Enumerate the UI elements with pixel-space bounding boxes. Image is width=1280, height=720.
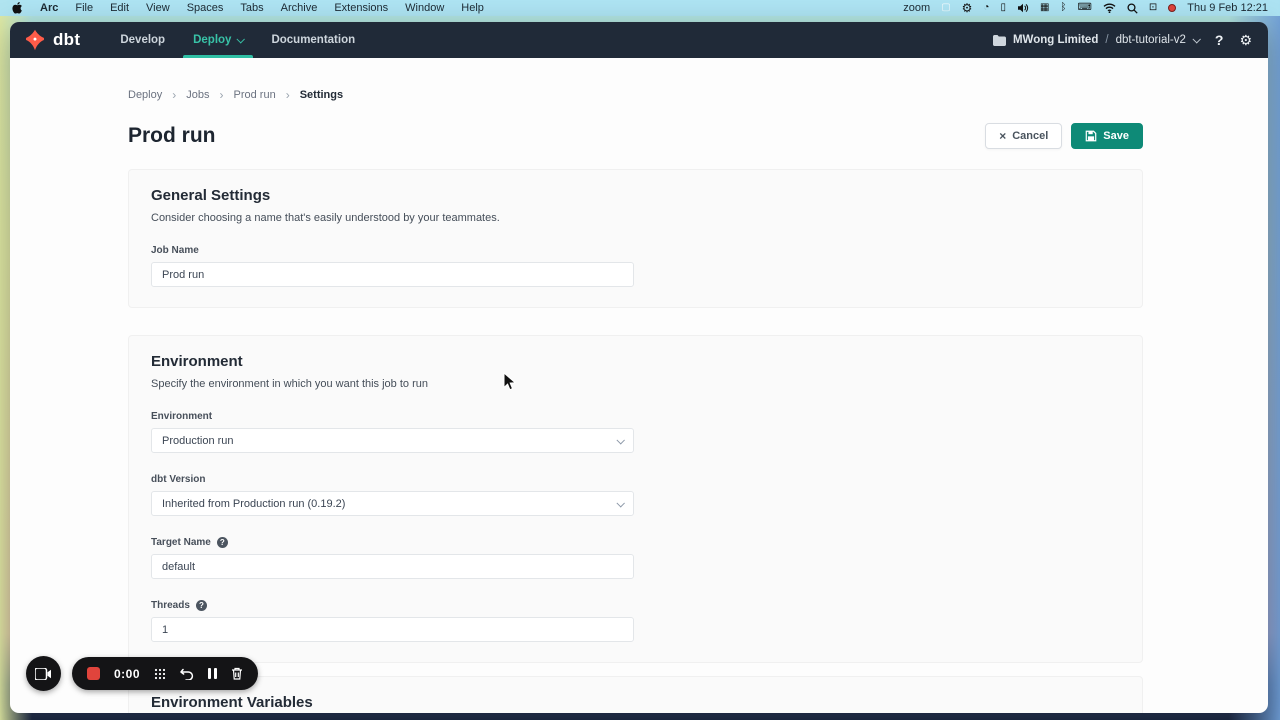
job-name-label: Job Name xyxy=(151,245,634,256)
chevron-down-icon xyxy=(1192,35,1200,43)
search-icon[interactable] xyxy=(1127,3,1138,14)
macos-menubar: Arc File Edit View Spaces Tabs Archive E… xyxy=(0,0,1280,16)
target-name-label: Target Name xyxy=(151,537,211,548)
video-camera-icon xyxy=(35,668,52,680)
pause-recording-button[interactable] xyxy=(208,668,217,679)
project-name: dbt-tutorial-v2 xyxy=(1116,34,1186,46)
camera-button[interactable] xyxy=(26,656,61,691)
breadcrumb-separator: › xyxy=(286,88,290,102)
keyboard-icon[interactable]: ⌨ xyxy=(1077,3,1091,13)
dbt-navbar: dbt Develop Deploy Documentation MWong L… xyxy=(10,22,1268,58)
save-button[interactable]: Save xyxy=(1071,123,1143,149)
display-icon[interactable]: ▦ xyxy=(1040,3,1049,13)
battery-icon[interactable]: ▯ xyxy=(1000,3,1006,13)
cancel-label: Cancel xyxy=(1012,130,1048,142)
nav-deploy[interactable]: Deploy xyxy=(179,22,257,58)
zoom-menu-label[interactable]: zoom xyxy=(903,2,930,14)
menu-extensions[interactable]: Extensions xyxy=(334,2,388,14)
browser-window: dbt Develop Deploy Documentation MWong L… xyxy=(10,22,1268,713)
menu-archive[interactable]: Archive xyxy=(281,2,318,14)
menu-spaces[interactable]: Spaces xyxy=(187,2,224,14)
nav-develop[interactable]: Develop xyxy=(106,22,179,58)
cancel-button[interactable]: × Cancel xyxy=(985,123,1062,149)
dbt-version-value: Inherited from Production run (0.19.2) xyxy=(162,498,345,510)
breadcrumb-settings: Settings xyxy=(300,89,343,101)
chevron-down-icon xyxy=(237,35,245,43)
save-label: Save xyxy=(1103,130,1129,142)
environment-variables-card: Environment Variables Job level override… xyxy=(128,676,1143,713)
breadcrumb-separator: › xyxy=(220,88,224,102)
menu-view[interactable]: View xyxy=(146,2,170,14)
environment-select-value: Production run xyxy=(162,435,234,447)
threads-input[interactable] xyxy=(162,624,623,636)
settings-gear-button[interactable]: ⚙ xyxy=(1239,32,1252,49)
breadcrumb: Deploy › Jobs › Prod run › Settings xyxy=(128,88,1143,102)
account-name: MWong Limited xyxy=(1013,34,1098,46)
volume-icon[interactable] xyxy=(1017,3,1029,13)
menu-edit[interactable]: Edit xyxy=(110,2,129,14)
environment-select[interactable]: Production run xyxy=(151,428,634,453)
menu-tabs[interactable]: Tabs xyxy=(240,2,263,14)
job-name-input[interactable] xyxy=(162,269,623,281)
menu-window[interactable]: Window xyxy=(405,2,444,14)
bluetooth-icon[interactable]: ᛒ xyxy=(1060,3,1066,13)
apple-menu-icon[interactable] xyxy=(12,2,23,14)
close-icon: × xyxy=(999,129,1006,143)
page-title: Prod run xyxy=(128,124,216,148)
restart-recording-button[interactable] xyxy=(180,668,194,680)
recording-indicator-dot[interactable] xyxy=(1168,4,1176,12)
environment-subtitle: Specify the environment in which you wan… xyxy=(151,378,1120,390)
dbt-logo[interactable]: dbt xyxy=(10,22,106,58)
wifi-icon[interactable] xyxy=(1103,3,1116,13)
breadcrumb-prod-run[interactable]: Prod run xyxy=(234,89,276,101)
clock-app-icon[interactable]: ◔ xyxy=(983,3,989,13)
dbt-version-select[interactable]: Inherited from Production run (0.19.2) xyxy=(151,491,634,516)
account-project-separator: / xyxy=(1105,34,1108,46)
nav-deploy-label: Deploy xyxy=(193,34,231,46)
help-tooltip-icon[interactable]: ? xyxy=(217,537,228,548)
dbt-logo-icon xyxy=(24,29,46,51)
nav-documentation[interactable]: Documentation xyxy=(257,22,369,58)
account-project-switcher[interactable]: MWong Limited / dbt-tutorial-v2 xyxy=(993,34,1199,46)
general-settings-card: General Settings Consider choosing a nam… xyxy=(128,169,1143,308)
menu-file[interactable]: File xyxy=(75,2,93,14)
delete-recording-button[interactable] xyxy=(231,667,243,680)
menubar-clock[interactable]: Thu 9 Feb 12:21 xyxy=(1187,2,1268,14)
general-settings-heading: General Settings xyxy=(151,187,1120,204)
screen-recorder-toolbar: 0:00 xyxy=(26,656,258,691)
folder-icon xyxy=(993,35,1006,46)
dbt-logo-text: dbt xyxy=(53,30,80,50)
help-button[interactable]: ? xyxy=(1209,32,1230,48)
environment-heading: Environment xyxy=(151,353,1120,370)
menu-help[interactable]: Help xyxy=(461,2,484,14)
stop-record-button[interactable] xyxy=(87,667,100,680)
chevron-down-icon xyxy=(616,499,624,507)
save-icon xyxy=(1085,130,1097,142)
drag-handle-icon[interactable] xyxy=(154,668,166,680)
control-center-icon[interactable]: ⊡ xyxy=(1149,3,1157,13)
settings-gear-icon[interactable]: ⚙ xyxy=(962,2,973,14)
environment-select-label: Environment xyxy=(151,411,634,422)
breadcrumb-deploy[interactable]: Deploy xyxy=(128,89,162,101)
recording-timer: 0:00 xyxy=(114,667,140,681)
breadcrumb-jobs[interactable]: Jobs xyxy=(186,89,209,101)
environment-variables-heading: Environment Variables xyxy=(151,694,1120,711)
environment-card: Environment Specify the environment in w… xyxy=(128,335,1143,663)
menu-arc[interactable]: Arc xyxy=(40,2,58,14)
undo-icon xyxy=(180,668,194,680)
main-nav: Develop Deploy Documentation xyxy=(106,22,369,58)
screen-window-icon[interactable]: ▢ xyxy=(941,3,950,13)
help-tooltip-icon[interactable]: ? xyxy=(196,600,207,611)
target-name-input[interactable] xyxy=(162,561,623,573)
threads-label: Threads xyxy=(151,600,190,611)
chevron-down-icon xyxy=(616,436,624,444)
job-settings-page: Deploy › Jobs › Prod run › Settings Prod… xyxy=(10,58,1268,713)
trash-icon xyxy=(231,667,243,680)
dbt-version-label: dbt Version xyxy=(151,474,634,485)
general-settings-subtitle: Consider choosing a name that's easily u… xyxy=(151,212,1120,224)
breadcrumb-separator: › xyxy=(172,88,176,102)
recorder-controls-pill: 0:00 xyxy=(72,657,258,690)
